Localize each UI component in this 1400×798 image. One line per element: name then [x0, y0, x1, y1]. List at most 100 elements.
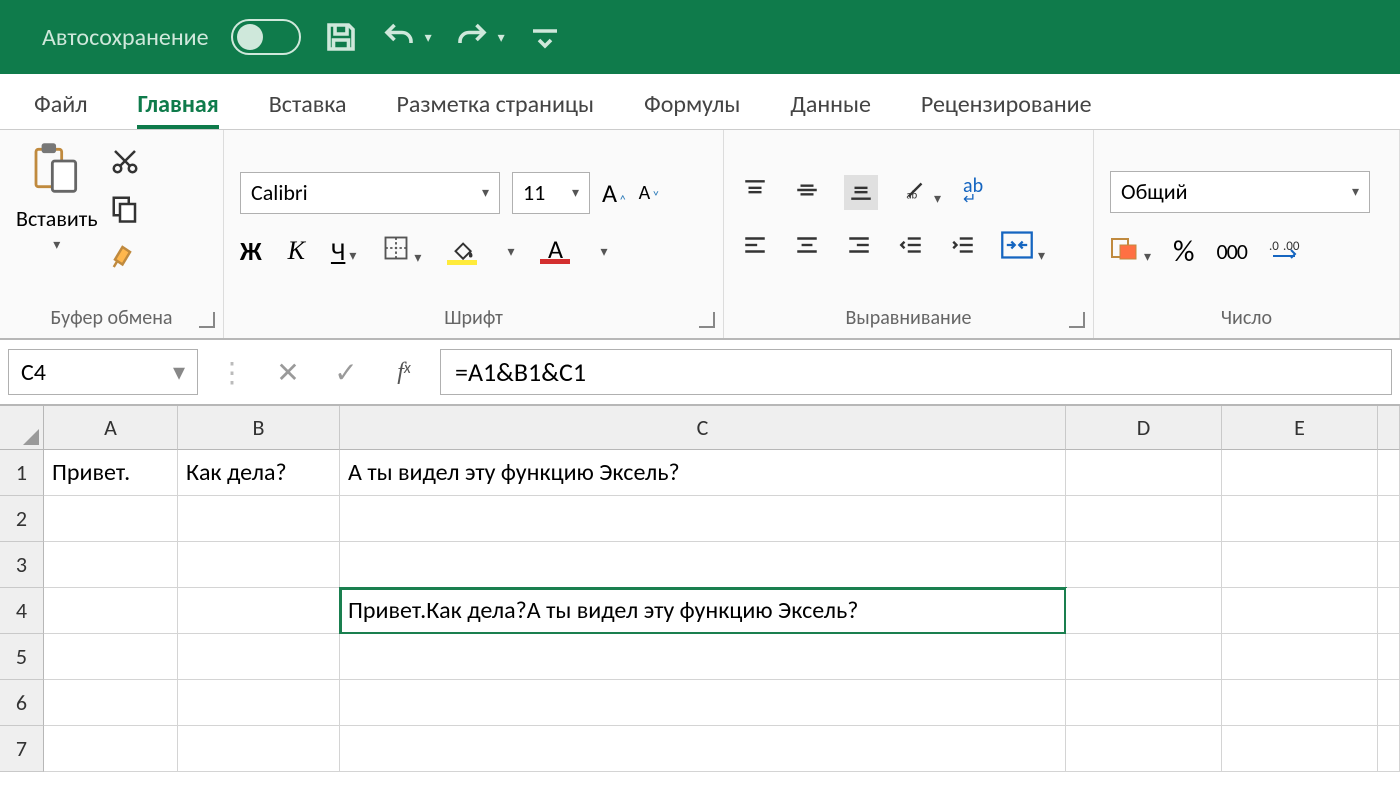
undo-dropdown[interactable]: ▾: [425, 29, 432, 46]
increase-font-icon[interactable]: A˄: [602, 177, 627, 209]
row-header-3[interactable]: 3: [0, 542, 44, 588]
cell-A3[interactable]: [44, 542, 178, 588]
cell-C7[interactable]: [340, 726, 1066, 772]
fill-color-button[interactable]: [447, 238, 477, 265]
cell-D3[interactable]: [1066, 542, 1222, 588]
align-bottom-icon[interactable]: [844, 175, 878, 210]
borders-button[interactable]: ▾: [382, 234, 421, 269]
cell-B6[interactable]: [178, 680, 340, 726]
undo-icon[interactable]: [381, 19, 417, 55]
cell-C1[interactable]: А ты видел эту функцию Эксель?: [340, 450, 1066, 496]
col-header-b[interactable]: B: [178, 406, 340, 450]
cell-tail-7[interactable]: [1378, 726, 1400, 772]
tab-page-layout[interactable]: Разметка страницы: [397, 90, 594, 129]
orientation-icon[interactable]: ab▾: [900, 177, 941, 208]
cell-B3[interactable]: [178, 542, 340, 588]
cell-C3[interactable]: [340, 542, 1066, 588]
decrease-indent-icon[interactable]: [896, 232, 926, 263]
formula-bar[interactable]: =A1&B1&C1: [440, 349, 1392, 395]
cell-D1[interactable]: [1066, 450, 1222, 496]
col-header-e[interactable]: E: [1222, 406, 1378, 450]
align-left-icon[interactable]: [740, 232, 770, 263]
cell-B5[interactable]: [178, 634, 340, 680]
cell-B4[interactable]: [178, 588, 340, 634]
cell-tail-2[interactable]: [1378, 496, 1400, 542]
bold-button[interactable]: Ж: [240, 235, 262, 267]
cell-A1[interactable]: Привет.: [44, 450, 178, 496]
col-header-c[interactable]: C: [340, 406, 1066, 450]
cell-tail-3[interactable]: [1378, 542, 1400, 588]
cell-tail-1[interactable]: [1378, 450, 1400, 496]
font-color-button[interactable]: A: [540, 239, 570, 264]
cancel-formula-icon[interactable]: ✕: [266, 355, 310, 390]
tab-home[interactable]: Главная: [137, 90, 218, 129]
decrease-font-icon[interactable]: A˅: [639, 181, 660, 205]
align-top-icon[interactable]: [740, 177, 770, 208]
fill-color-dropdown[interactable]: ▾: [507, 243, 514, 260]
tab-insert[interactable]: Вставка: [269, 90, 347, 129]
cell-E6[interactable]: [1222, 680, 1378, 726]
tab-data[interactable]: Данные: [790, 90, 871, 129]
cell-C4[interactable]: Привет.Как дела?А ты видел эту функцию Э…: [340, 588, 1066, 634]
save-icon[interactable]: [323, 19, 359, 55]
autosave-toggle[interactable]: [231, 19, 301, 55]
col-header-d[interactable]: D: [1066, 406, 1222, 450]
enter-formula-icon[interactable]: ✓: [324, 355, 368, 390]
cell-D6[interactable]: [1066, 680, 1222, 726]
row-header-2[interactable]: 2: [0, 496, 44, 542]
qat-customize-icon[interactable]: [527, 19, 563, 55]
cell-tail-5[interactable]: [1378, 634, 1400, 680]
percent-format-icon[interactable]: %: [1173, 233, 1194, 270]
align-center-icon[interactable]: [792, 232, 822, 263]
row-header-5[interactable]: 5: [0, 634, 44, 680]
row-header-7[interactable]: 7: [0, 726, 44, 772]
underline-button[interactable]: Ч▾: [331, 235, 356, 267]
tab-review[interactable]: Рецензирование: [921, 90, 1092, 129]
copy-icon[interactable]: [110, 194, 140, 224]
cell-A4[interactable]: [44, 588, 178, 634]
cell-E5[interactable]: [1222, 634, 1378, 680]
number-format-combo[interactable]: Общий▾: [1110, 171, 1370, 213]
comma-format-icon[interactable]: 000: [1216, 238, 1246, 265]
insert-function-icon[interactable]: fx: [382, 359, 426, 386]
italic-button[interactable]: К: [288, 236, 305, 266]
cell-A7[interactable]: [44, 726, 178, 772]
cell-E7[interactable]: [1222, 726, 1378, 772]
cell-E4[interactable]: [1222, 588, 1378, 634]
cell-A2[interactable]: [44, 496, 178, 542]
name-box[interactable]: C4 ▾: [8, 349, 198, 395]
row-header-1[interactable]: 1: [0, 450, 44, 496]
format-painter-icon[interactable]: [110, 242, 140, 272]
cell-E1[interactable]: [1222, 450, 1378, 496]
cut-icon[interactable]: [110, 146, 140, 176]
cell-D2[interactable]: [1066, 496, 1222, 542]
cell-D5[interactable]: [1066, 634, 1222, 680]
align-middle-icon[interactable]: [792, 177, 822, 208]
align-right-icon[interactable]: [844, 232, 874, 263]
cell-B1[interactable]: Как дела?: [178, 450, 340, 496]
tab-file[interactable]: Файл: [34, 90, 87, 129]
paste-dropdown[interactable]: ▾: [53, 236, 60, 253]
accounting-format-icon[interactable]: ▾: [1110, 235, 1151, 268]
cell-E3[interactable]: [1222, 542, 1378, 588]
cell-B7[interactable]: [178, 726, 340, 772]
row-header-6[interactable]: 6: [0, 680, 44, 726]
wrap-text-icon[interactable]: ab↵: [963, 179, 983, 207]
col-header-a[interactable]: A: [44, 406, 178, 450]
font-size-combo[interactable]: 11▾: [512, 172, 590, 214]
cell-E2[interactable]: [1222, 496, 1378, 542]
increase-indent-icon[interactable]: [948, 232, 978, 263]
redo-dropdown[interactable]: ▾: [498, 29, 505, 46]
font-color-dropdown[interactable]: ▾: [600, 243, 607, 260]
font-name-combo[interactable]: Calibri▾: [240, 172, 500, 214]
cell-D7[interactable]: [1066, 726, 1222, 772]
merge-cells-icon[interactable]: ▾: [1000, 230, 1045, 265]
increase-decimal-icon[interactable]: .0.00: [1269, 236, 1303, 267]
cell-A6[interactable]: [44, 680, 178, 726]
cell-A5[interactable]: [44, 634, 178, 680]
cell-D4[interactable]: [1066, 588, 1222, 634]
cell-tail-4[interactable]: [1378, 588, 1400, 634]
redo-icon[interactable]: [454, 19, 490, 55]
select-all-corner[interactable]: [0, 406, 44, 450]
tab-formulas[interactable]: Формулы: [644, 90, 740, 129]
